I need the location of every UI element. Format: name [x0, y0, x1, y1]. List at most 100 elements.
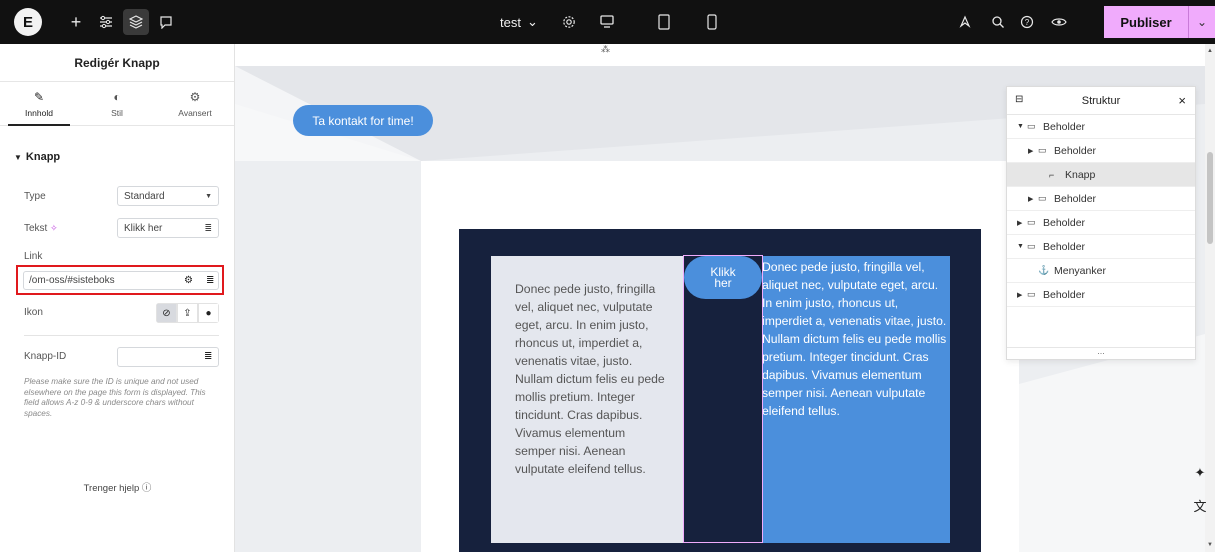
svg-text:?: ?	[1025, 18, 1030, 27]
mobile-icon[interactable]	[702, 12, 722, 32]
section-toggle-knapp[interactable]: ▼ Knapp	[14, 151, 60, 163]
container-icon: ▭	[1027, 241, 1036, 251]
icon-library-option[interactable]: ●	[198, 303, 219, 323]
caret-right-icon[interactable]: ▶	[1017, 219, 1027, 227]
dynamic-tags-icon[interactable]: ≣	[204, 351, 212, 362]
structure-row[interactable]: ▶ ▭ Beholder	[1007, 187, 1195, 211]
id-hint: Please make sure the ID is unique and no…	[24, 377, 206, 418]
link-label: Link	[24, 251, 43, 262]
caret-down-icon[interactable]: ▼	[1017, 123, 1027, 130]
scroll-up-icon[interactable]: ▲	[1207, 48, 1213, 54]
contact-button[interactable]: Ta kontakt for time!	[293, 105, 433, 136]
panel-tabs: ✎ Innhold ◐ Stil ⚙ Avansert	[0, 82, 234, 126]
link-value: /om-oss/#sisteboks	[29, 275, 115, 286]
publish-button[interactable]: Publiser	[1104, 6, 1188, 38]
klikk-her-button[interactable]: Klikk her	[684, 256, 762, 299]
no-icon-option[interactable]: ⊘	[156, 303, 177, 323]
structure-row[interactable]: ⚓ Menyanker	[1007, 259, 1195, 283]
settings-sliders-icon[interactable]	[96, 12, 116, 32]
structure-row[interactable]: ▼ ▭ Beholder	[1007, 235, 1195, 259]
caret-down-icon: ▼	[205, 192, 212, 200]
structure-row[interactable]: ▶ ▭ Beholder	[1007, 283, 1195, 307]
chevron-down-icon: ⌄	[526, 14, 538, 29]
translate-icon[interactable]: 文	[1187, 492, 1213, 518]
ai-sparkle-icon[interactable]: ✦	[1187, 460, 1213, 486]
link-options-gear-icon[interactable]: ⚙	[184, 275, 193, 286]
structure-title: Struktur	[1081, 95, 1121, 107]
publish-options-button[interactable]: ⌄	[1188, 6, 1215, 38]
caret-right-icon[interactable]: ▶	[1028, 195, 1038, 203]
structure-row-label: Beholder	[1054, 192, 1097, 205]
structure-row[interactable]: ⌐ Knapp	[1007, 163, 1195, 187]
pencil-icon: ✎	[33, 89, 45, 104]
scroll-down-icon[interactable]: ▼	[1207, 542, 1213, 548]
structure-row-label: Beholder	[1043, 240, 1086, 253]
structure-row[interactable]: ▶ ▭ Beholder	[1007, 139, 1195, 163]
caret-down-icon: ▼	[14, 152, 22, 162]
tekst-label: Tekst	[24, 223, 48, 234]
tekst-input[interactable]: Klikk her ≣	[117, 218, 219, 238]
caret-right-icon[interactable]: ▶	[1017, 291, 1027, 299]
help-circle-icon: ⓘ	[141, 483, 152, 494]
scrollbar-thumb[interactable]	[1207, 152, 1213, 244]
tab-content[interactable]: ✎ Innhold	[0, 82, 78, 126]
structure-row-label: Beholder	[1043, 288, 1086, 301]
ikon-choices: ⊘ ⇪ ●	[156, 303, 219, 323]
gear-icon[interactable]	[559, 12, 579, 32]
tablet-icon[interactable]	[654, 12, 674, 32]
structure-panel: ⊟ Struktur × ▼ ▭ Beholder ▶ ▭ Beholder ⌐ Knapp ▶…	[1006, 86, 1196, 360]
add-icon[interactable]: +	[66, 12, 86, 32]
notes-icon[interactable]	[955, 12, 975, 32]
structure-row-label: Beholder	[1043, 216, 1086, 229]
left-text-column: Donec pede justo, fringilla vel, aliquet…	[491, 256, 683, 543]
container-icon: ▭	[1038, 193, 1047, 203]
preview-icon[interactable]	[1049, 12, 1069, 32]
help-icon[interactable]: ?	[1017, 12, 1037, 32]
site-name: test	[500, 14, 521, 30]
help-link[interactable]: Trenger hjelp ⓘ	[0, 480, 235, 494]
tekst-value: Klikk her	[124, 222, 163, 234]
knapp-id-label: Knapp-ID	[24, 351, 67, 362]
dynamic-tags-icon[interactable]: ≣	[204, 223, 212, 234]
type-label: Type	[24, 191, 46, 202]
canvas-top-band	[235, 44, 1205, 66]
structure-row[interactable]: ▼ ▭ Beholder	[1007, 115, 1195, 139]
search-icon[interactable]	[988, 12, 1008, 32]
container-icon: ▭	[1027, 289, 1036, 299]
klikk-her-label: Klikk her	[710, 264, 736, 290]
container-icon: ▭	[1027, 217, 1036, 227]
close-icon[interactable]: ×	[1178, 93, 1186, 108]
site-switcher[interactable]: test ⌄	[500, 14, 538, 30]
tekst-label-row: Tekst ✧	[24, 223, 58, 234]
elementor-logo-icon[interactable]: E	[14, 8, 42, 36]
structure-row[interactable]: ▶ ▭ Beholder	[1007, 211, 1195, 235]
container-icon: ▭	[1038, 145, 1047, 155]
knapp-id-input[interactable]: ≣	[117, 347, 219, 367]
anchor-icon: ⚓	[1038, 265, 1050, 275]
link-input[interactable]: /om-oss/#sisteboks ⚙ ≣	[23, 271, 219, 290]
dynamic-tags-icon[interactable]: ≣	[206, 275, 214, 286]
tab-advanced[interactable]: ⚙ Avansert	[156, 82, 234, 125]
panel-title: Redigér Knapp	[0, 44, 234, 82]
upload-icon-option[interactable]: ⇪	[177, 303, 198, 323]
type-select[interactable]: Standard ▼	[117, 186, 219, 206]
element-handle-icon[interactable]: ⁂	[601, 44, 610, 55]
chevron-down-icon: ⌄	[1196, 15, 1208, 29]
editor-panel: Redigér Knapp ✎ Innhold ◐ Stil ⚙ Avanser…	[0, 44, 235, 552]
layers-icon[interactable]	[123, 9, 149, 35]
desktop-icon[interactable]	[597, 12, 617, 32]
tab-label: Avansert	[178, 107, 212, 118]
caret-right-icon[interactable]: ▶	[1028, 147, 1038, 155]
type-value: Standard	[124, 190, 165, 202]
button-icon: ⌐	[1049, 169, 1055, 180]
ai-sparkle-icon[interactable]: ✧	[50, 223, 58, 233]
structure-resize-handle[interactable]: ...	[1007, 347, 1195, 359]
tab-style[interactable]: ◐ Stil	[78, 82, 156, 125]
divider	[24, 335, 219, 336]
right-text-column: Donec pede justo, fringilla vel, aliquet…	[762, 256, 950, 543]
ikon-label: Ikon	[24, 307, 43, 318]
tab-label: Innhold	[25, 107, 53, 118]
caret-down-icon[interactable]: ▼	[1017, 243, 1027, 250]
gear-icon: ⚙	[189, 89, 201, 104]
comments-icon[interactable]	[156, 12, 176, 32]
